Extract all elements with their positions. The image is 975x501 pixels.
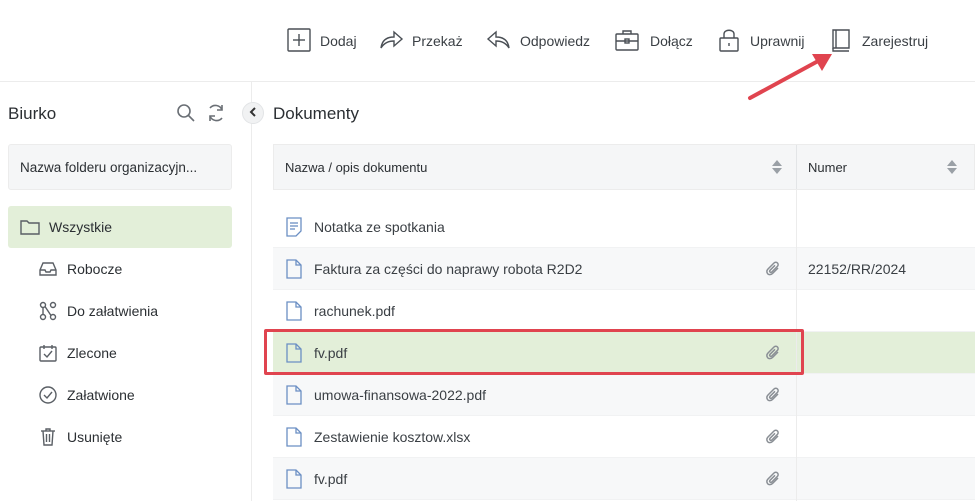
- document-name: Notatka ze spotkania: [314, 219, 445, 235]
- sort-icon[interactable]: [946, 159, 958, 175]
- column-divider: [796, 145, 797, 189]
- add-button[interactable]: Dodaj: [286, 26, 357, 56]
- sidebar-item-deleted[interactable]: Usunięte: [8, 416, 232, 458]
- forward-button[interactable]: Przekaż: [378, 26, 463, 56]
- document-name: rachunek.pdf: [314, 303, 395, 319]
- sidebar-item-label: Do załatwienia: [67, 303, 159, 319]
- register-button-label: Zarejestruj: [862, 33, 929, 49]
- paperclip-icon[interactable]: [765, 261, 781, 277]
- plus-square-icon: [286, 27, 312, 56]
- lock-icon: [716, 27, 742, 56]
- table-row[interactable]: Faktura za części do naprawy robota R2D2…: [273, 248, 975, 290]
- paperclip-icon[interactable]: [765, 429, 781, 445]
- sidebar-item-label: Załatwione: [67, 387, 135, 403]
- paperclip-icon[interactable]: [765, 345, 781, 361]
- document-name: Faktura za części do naprawy robota R2D2: [314, 261, 583, 277]
- collapse-sidebar-button[interactable]: [242, 102, 264, 124]
- sort-icon[interactable]: [771, 159, 783, 175]
- document-name: fv.pdf: [314, 345, 348, 361]
- column-divider: [796, 190, 797, 501]
- workflow-icon: [38, 301, 58, 321]
- document-number: 22152/RR/2024: [808, 261, 907, 277]
- sidebar-item-label: Wszystkie: [49, 219, 112, 235]
- table-row[interactable]: Notatka ze spotkania: [273, 206, 975, 248]
- sidebar-item-label: Usunięte: [67, 429, 123, 445]
- trash-icon: [38, 427, 58, 447]
- check-circle-icon: [38, 385, 58, 405]
- organizational-folder-select[interactable]: Nazwa folderu organizacyjn...: [8, 144, 232, 190]
- inbox-icon: [38, 259, 58, 279]
- column-header-name[interactable]: Nazwa / opis dokumentu: [285, 145, 427, 189]
- paperclip-icon[interactable]: [765, 387, 781, 403]
- page-title: Dokumenty: [273, 104, 359, 123]
- paperclip-icon[interactable]: [765, 471, 781, 487]
- document-icon: [285, 343, 303, 363]
- table-row[interactable]: rachunek.pdf: [273, 290, 975, 332]
- table-header: Nazwa / opis dokumentu Numer: [273, 144, 975, 190]
- document-name: fv.pdf: [314, 471, 348, 487]
- refresh-icon[interactable]: [205, 102, 227, 124]
- chevron-left-icon: [248, 104, 258, 122]
- annotation-arrow: [748, 54, 832, 100]
- search-icon[interactable]: [175, 102, 197, 124]
- attach-button-label: Dołącz: [650, 33, 693, 49]
- table-row-selected[interactable]: fv.pdf: [273, 332, 975, 374]
- sidebar: Biurko Nazwa folderu organizacyjn... Wsz…: [0, 82, 252, 501]
- document-icon: [285, 427, 303, 447]
- note-icon: [285, 217, 303, 237]
- reply-arrow-icon: [486, 27, 512, 56]
- table-row[interactable]: fv.pdf: [273, 458, 975, 500]
- sidebar-item-completed[interactable]: Załatwione: [8, 374, 232, 416]
- sidebar-item-label: Robocze: [67, 261, 123, 277]
- register-button[interactable]: Zarejestruj: [828, 26, 928, 56]
- document-icon: [285, 469, 303, 489]
- document-name: Zestawienie kosztow.xlsx: [314, 429, 471, 445]
- document-icon: [285, 385, 303, 405]
- sidebar-item-assigned[interactable]: Zlecone: [8, 332, 232, 374]
- sidebar-item-label: Zlecone: [67, 345, 117, 361]
- documents-panel: Dokumenty Nazwa / opis dokumentu Numer N…: [253, 82, 975, 501]
- briefcase-icon: [612, 27, 642, 56]
- folder-icon: [20, 217, 40, 237]
- calendar-check-icon: [38, 343, 58, 363]
- add-button-label: Dodaj: [320, 33, 357, 49]
- sidebar-item-all[interactable]: Wszystkie: [8, 206, 232, 248]
- table-row[interactable]: Zestawienie kosztow.xlsx: [273, 416, 975, 458]
- attach-button[interactable]: Dołącz: [612, 26, 693, 56]
- sidebar-item-drafts[interactable]: Robocze: [8, 248, 232, 290]
- document-name: umowa-finansowa-2022.pdf: [314, 387, 486, 403]
- document-icon: [285, 301, 303, 321]
- table-row[interactable]: umowa-finansowa-2022.pdf: [273, 374, 975, 416]
- sidebar-item-to-handle[interactable]: Do załatwienia: [8, 290, 232, 332]
- sidebar-title: Biurko: [8, 104, 57, 123]
- reply-button[interactable]: Odpowiedz: [486, 26, 590, 56]
- reply-button-label: Odpowiedz: [520, 33, 591, 49]
- forward-arrow-icon: [378, 27, 404, 56]
- forward-button-label: Przekaż: [412, 33, 463, 49]
- document-icon: [285, 259, 303, 279]
- column-header-number[interactable]: Numer: [808, 145, 847, 189]
